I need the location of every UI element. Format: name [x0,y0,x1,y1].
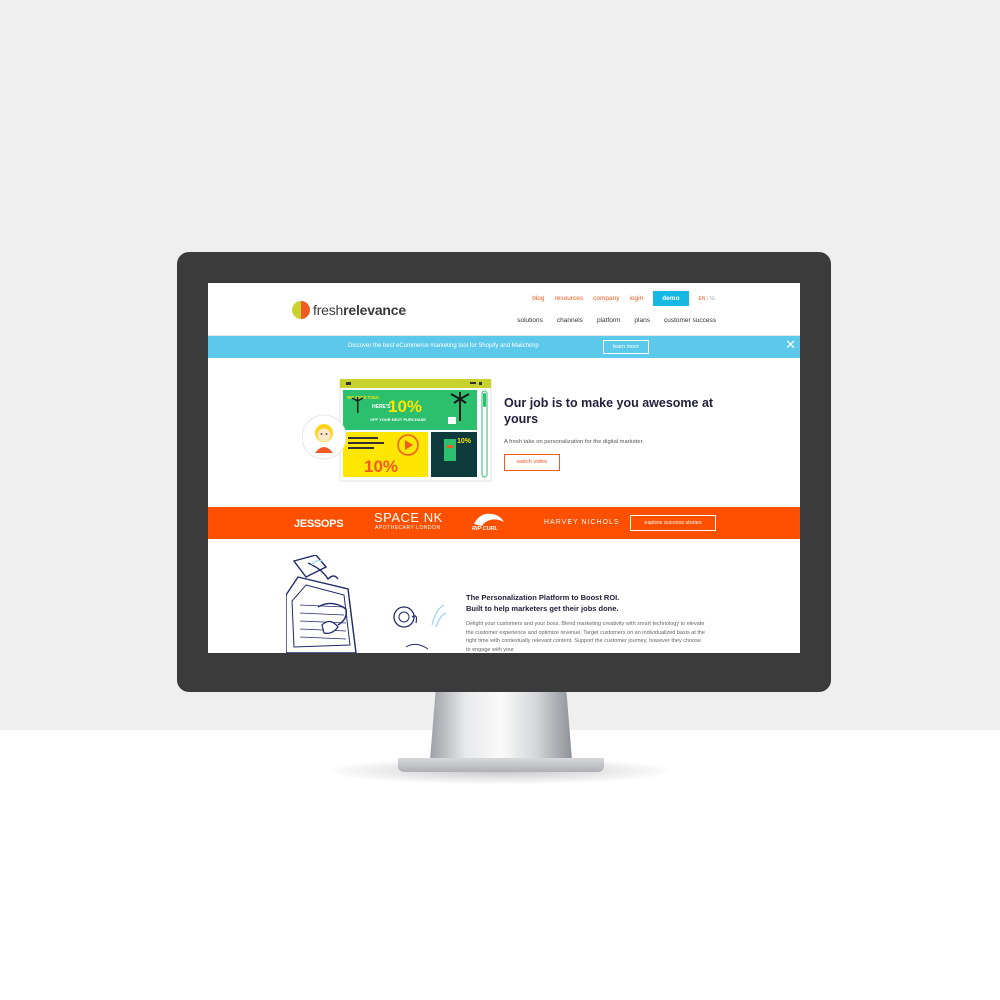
language-switcher: EN | NL [699,296,716,302]
lang-separator: | [706,295,709,302]
nav-blog[interactable]: blog [532,295,544,302]
nav-login[interactable]: login [629,295,643,302]
site-header: freshrelevance blog resources company lo… [208,283,800,336]
platform-title: The Personalization Platform to Boost RO… [466,592,619,614]
tag-icon [448,417,456,424]
monitor-stand-neck [430,690,572,760]
laptop-hands-illustration [286,555,447,653]
hero-title: Our job is to make you awesome at yours [504,396,714,426]
menu-icon [346,382,351,385]
nav-resources[interactable]: resources [555,295,584,302]
jessops-logo: JESSOPS [294,518,344,530]
demo-button[interactable]: demo [653,291,689,306]
logo-text: freshrelevance [313,302,406,318]
main-nav: solutions channels platform plans custom… [517,317,716,324]
monitor-screen: freshrelevance blog resources company lo… [208,283,800,653]
platform-title-line2: Built to help marketers get their jobs d… [466,604,619,613]
logo-mark-icon [292,301,310,319]
spacenk-logo: SPACE NK [374,510,443,525]
promo-banner: Discover the best eCommerce marketing to… [208,336,800,358]
learn-more-button[interactable]: learn more [603,340,649,354]
lang-nl[interactable]: NL [710,296,716,302]
spacenk-tagline: APOTHECARY LONDON [375,525,441,531]
monitor-stand-base [398,758,604,772]
top-nav: blog resources company login demo EN | N… [532,291,716,306]
client-logos-strip: JESSOPS SPACE NK APOTHECARY LONDON RIP C… [208,507,800,539]
platform-title-line1: The Personalization Platform to Boost RO… [466,593,620,602]
illustration-side-percent: 10% [457,438,472,445]
illustration-big-percent: 10% [388,397,422,416]
illustration-yellow-percent: 10% [364,457,398,476]
minimize-icon [470,382,476,384]
banner-text: Discover the best eCommerce marketing to… [348,343,539,349]
site-logo[interactable]: freshrelevance [292,301,406,319]
explore-success-stories-button[interactable]: explore success stories [630,515,716,531]
nav-plans[interactable]: plans [634,317,650,324]
platform-body: Delight your customers and your boss. Bl… [466,621,705,653]
illustration-titlebar [340,379,491,388]
illustration-we-miss-you: WE MISS YOU! [347,395,379,400]
nav-customer-success[interactable]: customer success [664,317,716,324]
product-shirt-icon [444,439,456,461]
rip-curl-logo-icon [474,513,504,526]
window-close-icon [479,382,482,385]
watch-video-button[interactable]: watch video [504,454,560,471]
lang-en[interactable]: EN [699,296,706,302]
nav-solutions[interactable]: solutions [517,317,543,324]
close-icon[interactable]: ✕ [785,337,796,353]
nav-platform[interactable]: platform [597,317,620,324]
nav-company[interactable]: company [593,295,619,302]
illustration-off-text: OFF YOUR NEXT PURCHASE [370,417,426,422]
hero-subtitle: A fresh take on personalization for the … [504,439,644,445]
nav-channels[interactable]: channels [557,317,583,324]
hero-illustration[interactable]: WE MISS YOU! HERE'S 10% OFF YOUR NEXT PU… [302,379,492,483]
avatar [302,414,347,460]
harvey-nichols-logo: HARVEY NICHOLS [544,519,620,526]
rip-curl-logo: RIP CURL [472,526,498,532]
